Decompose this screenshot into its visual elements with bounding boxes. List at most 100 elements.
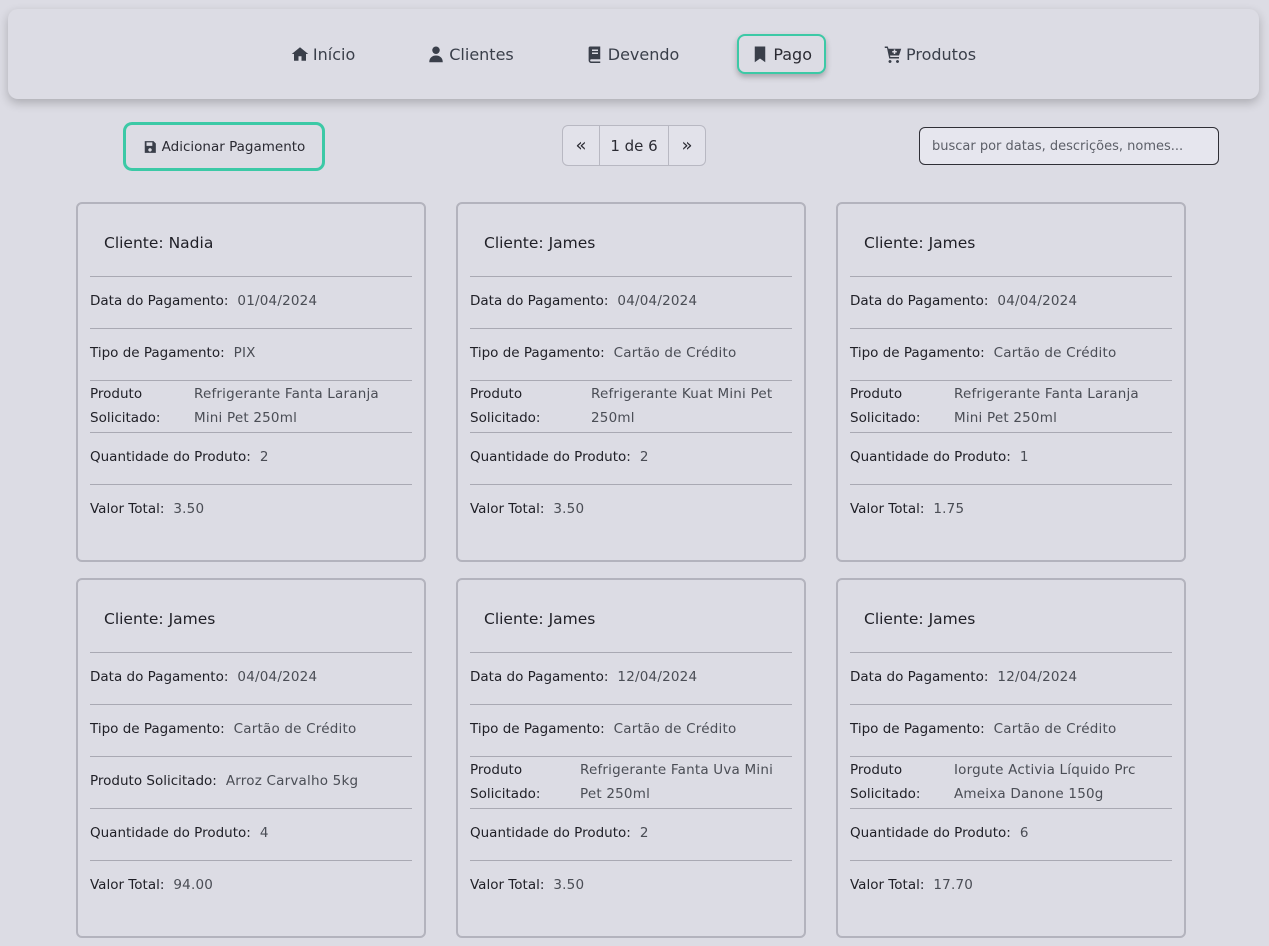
client-label: Cliente: bbox=[864, 234, 924, 252]
card-client-title: Cliente: James bbox=[864, 610, 975, 628]
total-value-label: Valor Total: bbox=[90, 501, 165, 517]
product-requested-label: Produto Solicitado: bbox=[470, 762, 541, 802]
card-divider bbox=[470, 432, 792, 433]
total-value-value: 1.75 bbox=[933, 501, 965, 517]
total-value-label: Valor Total: bbox=[850, 877, 925, 893]
card-divider bbox=[850, 380, 1172, 381]
payment-type-value: Cartão de Crédito bbox=[993, 721, 1117, 737]
product-quantity-row: Quantidade do Produto: 2 bbox=[90, 449, 412, 465]
card-divider bbox=[470, 808, 792, 809]
product-quantity-label: Quantidade do Produto: bbox=[90, 825, 251, 841]
card-divider bbox=[850, 704, 1172, 705]
bookmark-icon bbox=[755, 46, 766, 63]
product-requested-value: Refrigerante Fanta Laranja Mini Pet 250m… bbox=[954, 386, 1139, 426]
nav-clientes-label: Clientes bbox=[449, 44, 514, 64]
nav-devendo[interactable]: Devendo bbox=[572, 34, 694, 74]
payment-date-value: 04/04/2024 bbox=[997, 293, 1078, 309]
total-value-row: Valor Total: 1.75 bbox=[850, 501, 1172, 517]
product-quantity-value: 2 bbox=[639, 449, 649, 465]
payment-date-row: Data do Pagamento: 12/04/2024 bbox=[470, 669, 792, 685]
payment-date-row: Data do Pagamento: 01/04/2024 bbox=[90, 293, 412, 309]
card-divider bbox=[470, 276, 792, 277]
card-divider bbox=[850, 652, 1172, 653]
card-divider bbox=[850, 860, 1172, 861]
nav-inicio-label: Início bbox=[312, 44, 356, 64]
user-icon bbox=[429, 46, 443, 63]
pager-next-button[interactable]: » bbox=[669, 126, 705, 165]
payment-type-row: Tipo de Pagamento: Cartão de Crédito bbox=[850, 721, 1172, 737]
total-value-value: 3.50 bbox=[173, 501, 205, 517]
payment-type-value: Cartão de Crédito bbox=[613, 345, 737, 361]
payment-date-value: 04/04/2024 bbox=[237, 669, 318, 685]
payment-date-value: 04/04/2024 bbox=[617, 293, 698, 309]
search-input[interactable] bbox=[919, 127, 1219, 165]
nav-inicio[interactable]: Início bbox=[277, 34, 369, 74]
nav-pago-label: Pago bbox=[773, 44, 812, 64]
save-icon bbox=[144, 140, 156, 153]
payment-card: Cliente: Nadia Data do Pagamento: 01/04/20… bbox=[76, 202, 426, 562]
payment-type-label: Tipo de Pagamento: bbox=[90, 345, 225, 361]
card-divider bbox=[90, 808, 412, 809]
nav-devendo-label: Devendo bbox=[607, 44, 680, 64]
client-name: James bbox=[928, 234, 976, 252]
product-quantity-value: 6 bbox=[1019, 825, 1029, 841]
payment-card: Cliente: James Data do Pagamento: 04/04/20… bbox=[836, 202, 1186, 562]
total-value-row: Valor Total: 3.50 bbox=[470, 877, 792, 893]
payment-date-value: 01/04/2024 bbox=[237, 293, 318, 309]
client-label: Cliente: bbox=[104, 610, 164, 628]
card-divider bbox=[90, 860, 412, 861]
payment-date-label: Data do Pagamento: bbox=[90, 669, 229, 685]
card-divider bbox=[470, 756, 792, 757]
card-client-title: Cliente: James bbox=[104, 610, 215, 628]
total-value-label: Valor Total: bbox=[850, 501, 925, 517]
card-divider bbox=[90, 756, 412, 757]
card-client-title: Cliente: James bbox=[484, 610, 595, 628]
product-requested-value: Arroz Carvalho 5kg bbox=[225, 773, 359, 789]
client-name: James bbox=[548, 234, 596, 252]
payment-type-row: Tipo de Pagamento: Cartão de Crédito bbox=[90, 721, 412, 737]
pager-prev-button[interactable]: « bbox=[563, 126, 599, 165]
product-quantity-value: 4 bbox=[259, 825, 269, 841]
client-name: James bbox=[928, 610, 976, 628]
product-quantity-row: Quantidade do Produto: 1 bbox=[850, 449, 1172, 465]
payment-type-label: Tipo de Pagamento: bbox=[850, 721, 985, 737]
client-name: James bbox=[168, 610, 216, 628]
payment-type-value: Cartão de Crédito bbox=[233, 721, 357, 737]
client-label: Cliente: bbox=[104, 234, 164, 252]
total-value-row: Valor Total: 3.50 bbox=[470, 501, 792, 517]
product-quantity-label: Quantidade do Produto: bbox=[470, 449, 631, 465]
payment-type-label: Tipo de Pagamento: bbox=[470, 345, 605, 361]
product-requested-row: Produto Solicitado: Refrigerante Fanta Uv… bbox=[470, 758, 792, 806]
nav-clientes[interactable]: Clientes bbox=[413, 34, 528, 74]
card-divider bbox=[850, 432, 1172, 433]
product-quantity-row: Quantidade do Produto: 4 bbox=[90, 825, 412, 841]
total-value-row: Valor Total: 17.70 bbox=[850, 877, 1172, 893]
total-value-value: 94.00 bbox=[173, 877, 214, 893]
add-payment-label: Adicionar Pagamento bbox=[161, 138, 306, 155]
add-payment-button[interactable]: Adicionar Pagamento bbox=[123, 122, 325, 171]
total-value-value: 3.50 bbox=[553, 877, 585, 893]
product-requested-row: Produto Solicitado: Refrigerante Fanta La… bbox=[90, 382, 412, 430]
payment-date-label: Data do Pagamento: bbox=[850, 669, 989, 685]
book-icon bbox=[588, 46, 600, 63]
home-icon bbox=[291, 47, 309, 61]
card-divider bbox=[470, 328, 792, 329]
product-requested-label: Produto Solicitado: bbox=[90, 773, 217, 789]
nav-produtos[interactable]: Produtos bbox=[870, 34, 990, 74]
payment-date-label: Data do Pagamento: bbox=[850, 293, 989, 309]
product-requested-row: Produto Solicitado: Arroz Carvalho 5kg bbox=[90, 773, 412, 789]
payment-type-label: Tipo de Pagamento: bbox=[470, 721, 605, 737]
payment-type-label: Tipo de Pagamento: bbox=[850, 345, 985, 361]
product-requested-label: Produto Solicitado: bbox=[470, 386, 541, 426]
card-divider bbox=[90, 704, 412, 705]
product-requested-value: Refrigerante Kuat Mini Pet 250ml bbox=[591, 386, 773, 426]
nav-pago[interactable]: Pago bbox=[737, 34, 826, 74]
total-value-row: Valor Total: 3.50 bbox=[90, 501, 412, 517]
card-divider bbox=[90, 380, 412, 381]
payment-type-value: PIX bbox=[233, 345, 256, 361]
total-value-value: 17.70 bbox=[933, 877, 974, 893]
payment-card: Cliente: James Data do Pagamento: 12/04/20… bbox=[836, 578, 1186, 938]
total-value-row: Valor Total: 94.00 bbox=[90, 877, 412, 893]
payment-date-label: Data do Pagamento: bbox=[470, 669, 609, 685]
card-divider bbox=[90, 484, 412, 485]
